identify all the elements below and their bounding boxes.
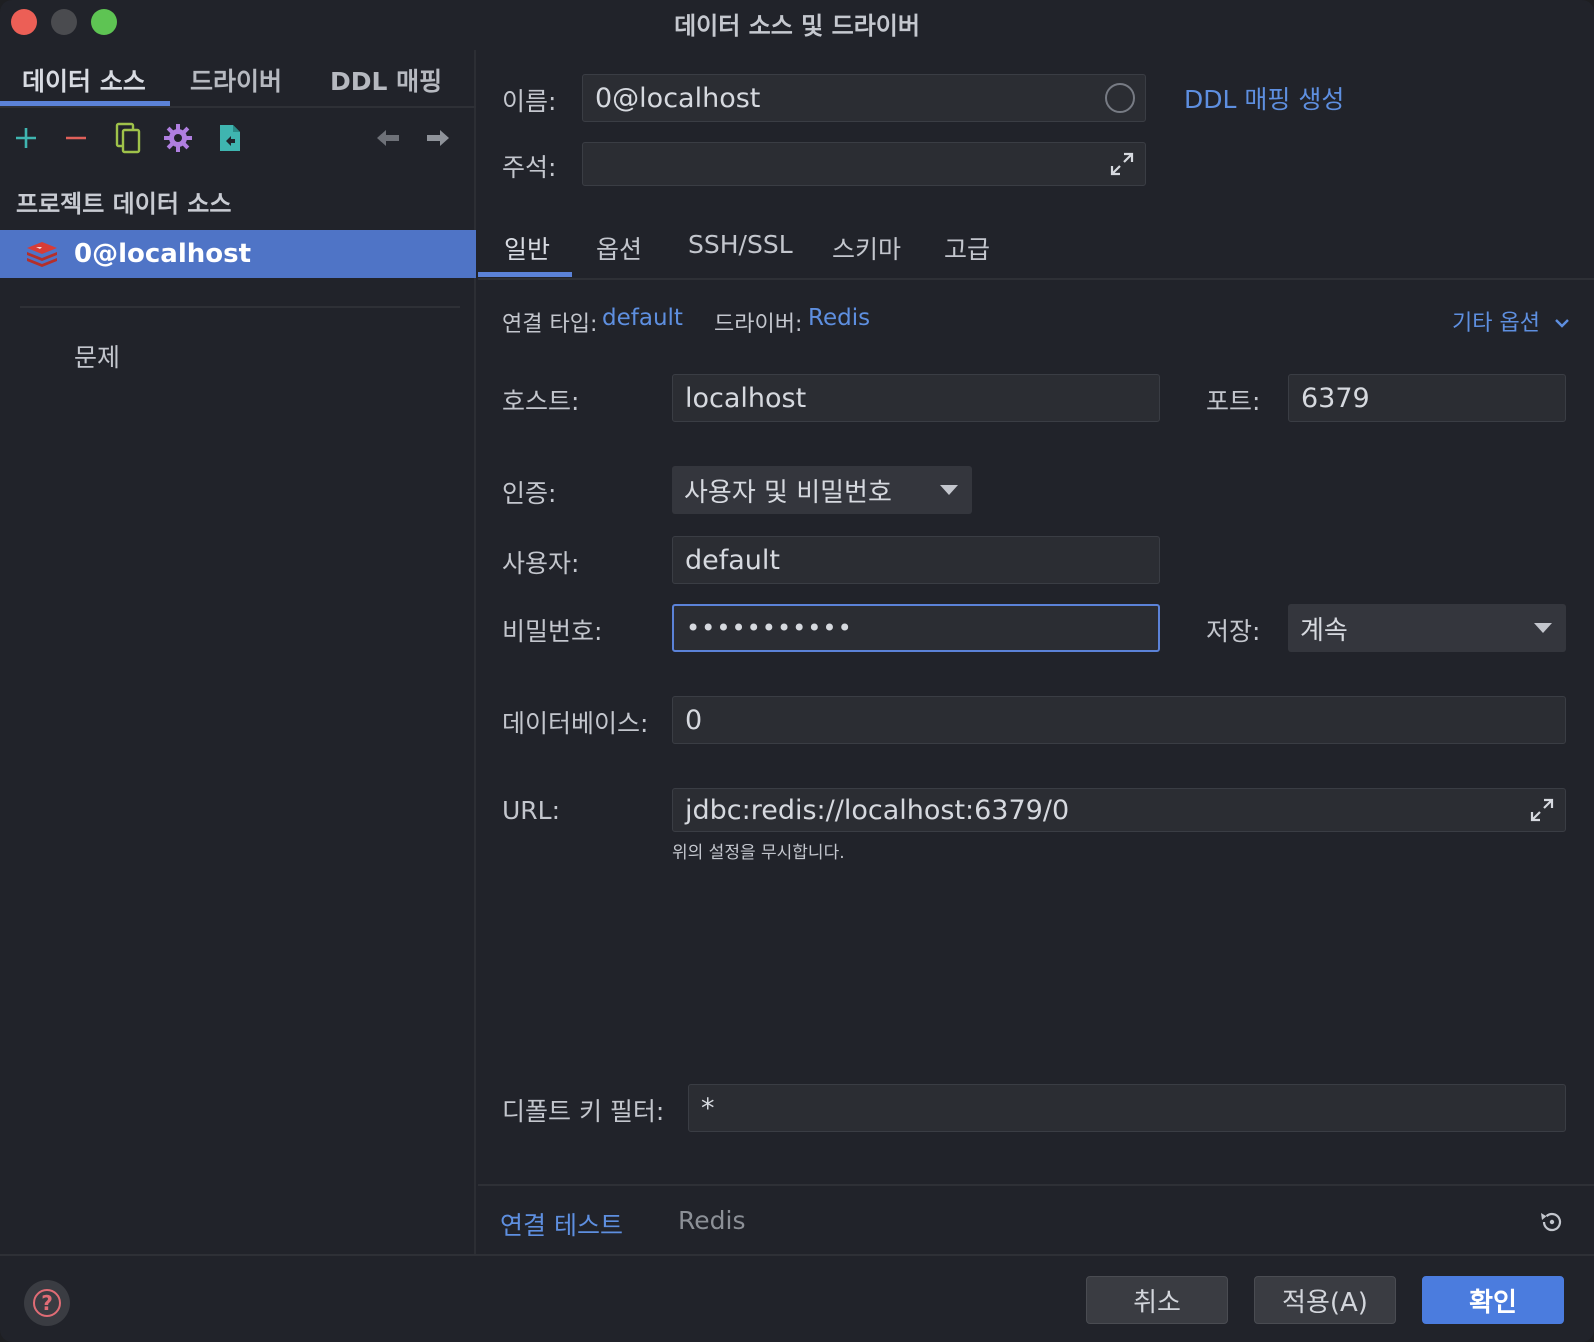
- left-tab-bar: 데이터 소스 드라이버 DDL 매핑: [0, 50, 476, 108]
- expand-icon[interactable]: [1109, 151, 1135, 177]
- settings-icon[interactable]: [162, 122, 194, 154]
- reset-icon[interactable]: [1538, 1208, 1566, 1236]
- ok-button[interactable]: 확인: [1422, 1276, 1564, 1324]
- problems-item[interactable]: 문제: [74, 338, 120, 374]
- dropdown-arrow-icon: [1534, 623, 1552, 633]
- color-circle-icon[interactable]: [1105, 83, 1135, 113]
- form-footer: 연결 테스트 Redis: [478, 1184, 1594, 1254]
- redis-icon: [27, 242, 57, 267]
- host-input[interactable]: localhost: [672, 374, 1160, 422]
- save-selected-value: 계속: [1300, 615, 1348, 646]
- cancel-button[interactable]: 취소: [1086, 1276, 1228, 1324]
- active-settings-tab-indicator: [478, 272, 572, 277]
- name-value: 0@localhost: [595, 82, 761, 114]
- auth-select[interactable]: 사용자 및 비밀번호: [672, 466, 972, 514]
- url-label: URL:: [502, 796, 561, 825]
- more-options-link[interactable]: 기타 옵션: [1452, 305, 1571, 337]
- url-value: jdbc:redis://localhost:6379/0: [685, 794, 1070, 826]
- tab-data-sources[interactable]: 데이터 소스: [22, 62, 146, 98]
- forward-arrow-icon[interactable]: [422, 122, 454, 154]
- settings-tab-bar: 일반 옵션 SSH/SSL 스키마 고급: [478, 218, 1594, 280]
- tab-ssh-ssl[interactable]: SSH/SSL: [688, 230, 793, 259]
- auth-label: 인증:: [502, 479, 557, 508]
- title-bar: 데이터 소스 및 드라이버: [0, 0, 1594, 44]
- project-datasources-heading: 프로젝트 데이터 소스: [16, 190, 232, 218]
- apply-button[interactable]: 적용(A): [1254, 1276, 1396, 1324]
- help-button[interactable]: ?: [24, 1280, 70, 1326]
- comment-field[interactable]: [582, 142, 1146, 186]
- password-input[interactable]: •••••••••••: [672, 604, 1160, 652]
- chevron-down-icon: [1555, 319, 1569, 328]
- user-label: 사용자:: [502, 549, 580, 578]
- database-label: 데이터베이스:: [502, 709, 649, 738]
- name-label: 이름:: [502, 87, 557, 116]
- generate-ddl-mapping-link[interactable]: DDL 매핑 생성: [1184, 80, 1344, 116]
- tab-advanced[interactable]: 고급: [944, 230, 990, 266]
- driver-label: 드라이버:: [714, 312, 803, 337]
- left-divider: [20, 306, 460, 308]
- window-title: 데이터 소스 및 드라이버: [674, 12, 920, 40]
- tab-options[interactable]: 옵션: [596, 230, 642, 266]
- port-input[interactable]: 6379: [1288, 374, 1566, 422]
- tab-drivers[interactable]: 드라이버: [190, 62, 282, 98]
- dialog-button-bar: ? 취소 적용(A) 확인: [0, 1254, 1594, 1342]
- name-field[interactable]: 0@localhost: [582, 74, 1146, 122]
- auth-selected-value: 사용자 및 비밀번호: [684, 477, 892, 508]
- driver-value[interactable]: Redis: [808, 305, 870, 331]
- datasource-toolbar: [0, 112, 476, 164]
- dropdown-arrow-icon: [940, 485, 958, 495]
- active-tab-indicator: [0, 101, 170, 106]
- host-label: 호스트:: [502, 387, 580, 416]
- comment-label: 주석:: [502, 153, 557, 182]
- copy-icon[interactable]: [112, 122, 144, 154]
- save-label: 저장:: [1206, 617, 1261, 646]
- tab-schemas[interactable]: 스키마: [832, 230, 901, 266]
- url-hint: 위의 설정을 무시합니다.: [672, 843, 845, 863]
- left-pane: 데이터 소스 드라이버 DDL 매핑 프로젝트 데이터 소스 0@localho…: [0, 50, 476, 1254]
- add-icon[interactable]: [10, 122, 42, 154]
- remove-icon[interactable]: [60, 122, 92, 154]
- datasource-item[interactable]: 0@localhost: [0, 230, 476, 278]
- port-label: 포트:: [1206, 387, 1261, 416]
- tab-ddl-mapping[interactable]: DDL 매핑: [330, 62, 442, 98]
- driver-footer-label: Redis: [678, 1206, 746, 1235]
- save-select[interactable]: 계속: [1288, 604, 1566, 652]
- connection-type-value[interactable]: default: [602, 305, 683, 331]
- default-key-filter-input[interactable]: *: [688, 1084, 1566, 1132]
- datasource-form: 이름: 0@localhost DDL 매핑 생성 주석: 일반 옵션 SSH/…: [478, 50, 1594, 1254]
- expand-icon[interactable]: [1529, 797, 1555, 823]
- help-icon: ?: [33, 1289, 61, 1317]
- database-input[interactable]: 0: [672, 696, 1566, 744]
- dialog-window: 데이터 소스 및 드라이버 데이터 소스 드라이버 DDL 매핑 프로젝트 데이…: [0, 0, 1594, 1342]
- test-connection-link[interactable]: 연결 테스트: [500, 1206, 623, 1242]
- more-options-label: 기타 옵션: [1452, 311, 1540, 336]
- tab-general[interactable]: 일반: [504, 230, 550, 266]
- connection-type-label: 연결 타입:: [502, 312, 598, 337]
- datasource-label: 0@localhost: [74, 239, 252, 269]
- user-input[interactable]: default: [672, 536, 1160, 584]
- back-arrow-icon[interactable]: [372, 122, 404, 154]
- password-label: 비밀번호:: [502, 617, 603, 646]
- url-field[interactable]: jdbc:redis://localhost:6379/0: [672, 788, 1566, 832]
- import-icon[interactable]: [214, 122, 246, 154]
- default-key-filter-label: 디폴트 키 필터:: [502, 1097, 665, 1126]
